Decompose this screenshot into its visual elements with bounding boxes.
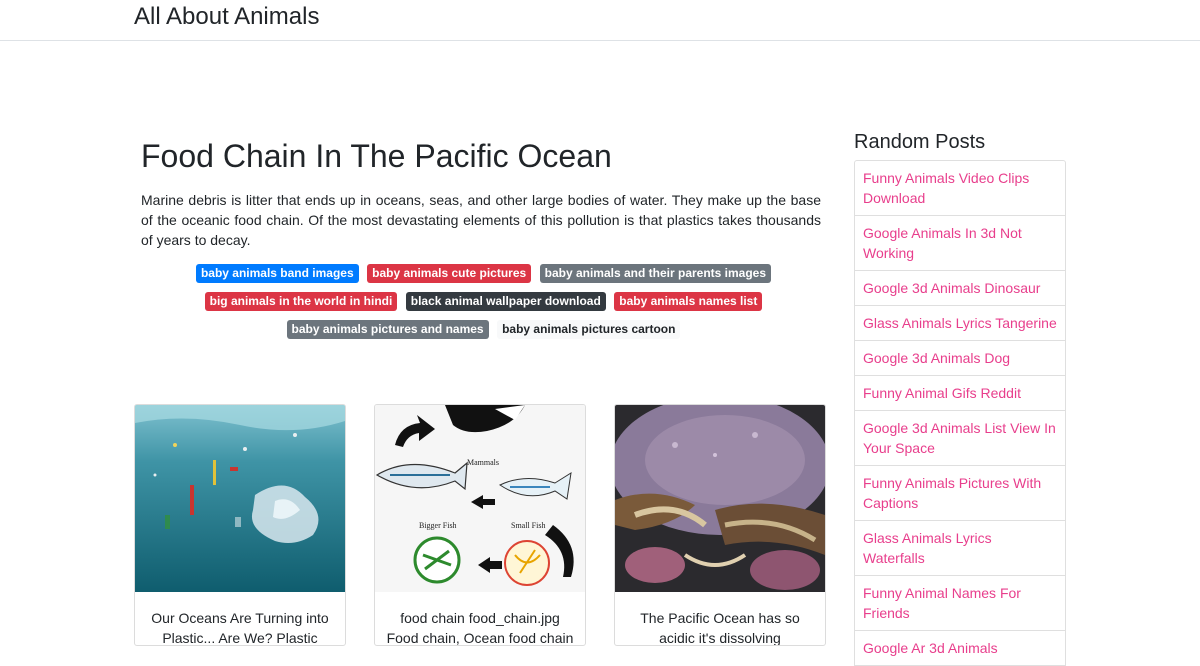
small-fish-label: Small Fish	[511, 521, 545, 530]
tag-cloud: baby animals band images baby animals cu…	[141, 264, 826, 348]
sidebar-item-link[interactable]: Google 3d Animals List View In Your Spac…	[854, 411, 1066, 466]
card-caption[interactable]: food chain food_chain.jpg Food chain, Oc…	[383, 608, 577, 645]
random-posts-list: Funny Animals Video Clips Download Googl…	[854, 160, 1066, 666]
tag-badge[interactable]: baby animals and their parents images	[539, 264, 772, 283]
sidebar-title: Random Posts	[854, 131, 986, 153]
card-caption[interactable]: The Pacific Ocean has so acidic it's dis…	[623, 608, 817, 645]
sidebar-item-link[interactable]: Funny Animals Video Clips Download	[854, 160, 1066, 216]
mammals-label: Mammals	[467, 458, 499, 467]
top-navbar: All About Animals	[0, 0, 1200, 41]
tag-row: big animals in the world in hindi black …	[141, 292, 826, 320]
sidebar-item-link[interactable]: Glass Animals Lyrics Tangerine	[854, 306, 1066, 341]
sidebar-item-link[interactable]: Funny Animal Names For Friends	[854, 576, 1066, 631]
site-brand-link[interactable]: All About Animals	[134, 3, 319, 31]
sidebar-item-link[interactable]: Google Ar 3d Animals	[854, 631, 1066, 666]
sidebar-item-link[interactable]: Google Animals In 3d Not Working	[854, 216, 1066, 271]
post-card[interactable]: The Pacific Ocean has so acidic it's dis…	[614, 404, 826, 646]
bigger-fish-label: Bigger Fish	[419, 521, 457, 530]
sidebar-item-link[interactable]: Glass Animals Lyrics Waterfalls	[854, 521, 1066, 576]
tag-badge[interactable]: baby animals pictures and names	[286, 320, 489, 339]
tag-row: baby animals pictures and names baby ani…	[141, 320, 826, 348]
tag-badge[interactable]: baby animals pictures cartoon	[497, 320, 681, 339]
tag-badge[interactable]: baby animals cute pictures	[367, 264, 532, 283]
tag-badge[interactable]: baby animals names list	[614, 292, 763, 311]
crab-photo[interactable]	[615, 405, 825, 592]
plastic-ocean-photo[interactable]	[135, 405, 345, 592]
sidebar-item-link[interactable]: Google 3d Animals Dinosaur	[854, 271, 1066, 306]
crab-image	[615, 405, 825, 592]
page-title: Food Chain In The Pacific Ocean	[141, 138, 612, 174]
post-card[interactable]: Mammals Bigger Fish Small Fish food chai…	[374, 404, 586, 646]
tag-badge[interactable]: black animal wallpaper download	[405, 292, 606, 311]
sidebar-item-link[interactable]: Google 3d Animals Dog	[854, 341, 1066, 376]
tag-badge[interactable]: big animals in the world in hindi	[204, 292, 398, 311]
post-card[interactable]: Our Oceans Are Turning into Plastic... A…	[134, 404, 346, 646]
sidebar-item-link[interactable]: Funny Animal Gifs Reddit	[854, 376, 1066, 411]
food-chain-diagram[interactable]: Mammals Bigger Fish Small Fish	[375, 405, 585, 592]
plastic-ocean-image	[135, 405, 345, 592]
sidebar-item-link[interactable]: Funny Animals Pictures With Captions	[854, 466, 1066, 521]
tag-row: baby animals band images baby animals cu…	[141, 264, 826, 292]
post-intro: Marine debris is litter that ends up in …	[141, 192, 821, 248]
card-caption[interactable]: Our Oceans Are Turning into Plastic... A…	[143, 608, 337, 645]
food-chain-image: Mammals Bigger Fish Small Fish	[375, 405, 585, 592]
tag-badge[interactable]: baby animals band images	[195, 264, 359, 283]
